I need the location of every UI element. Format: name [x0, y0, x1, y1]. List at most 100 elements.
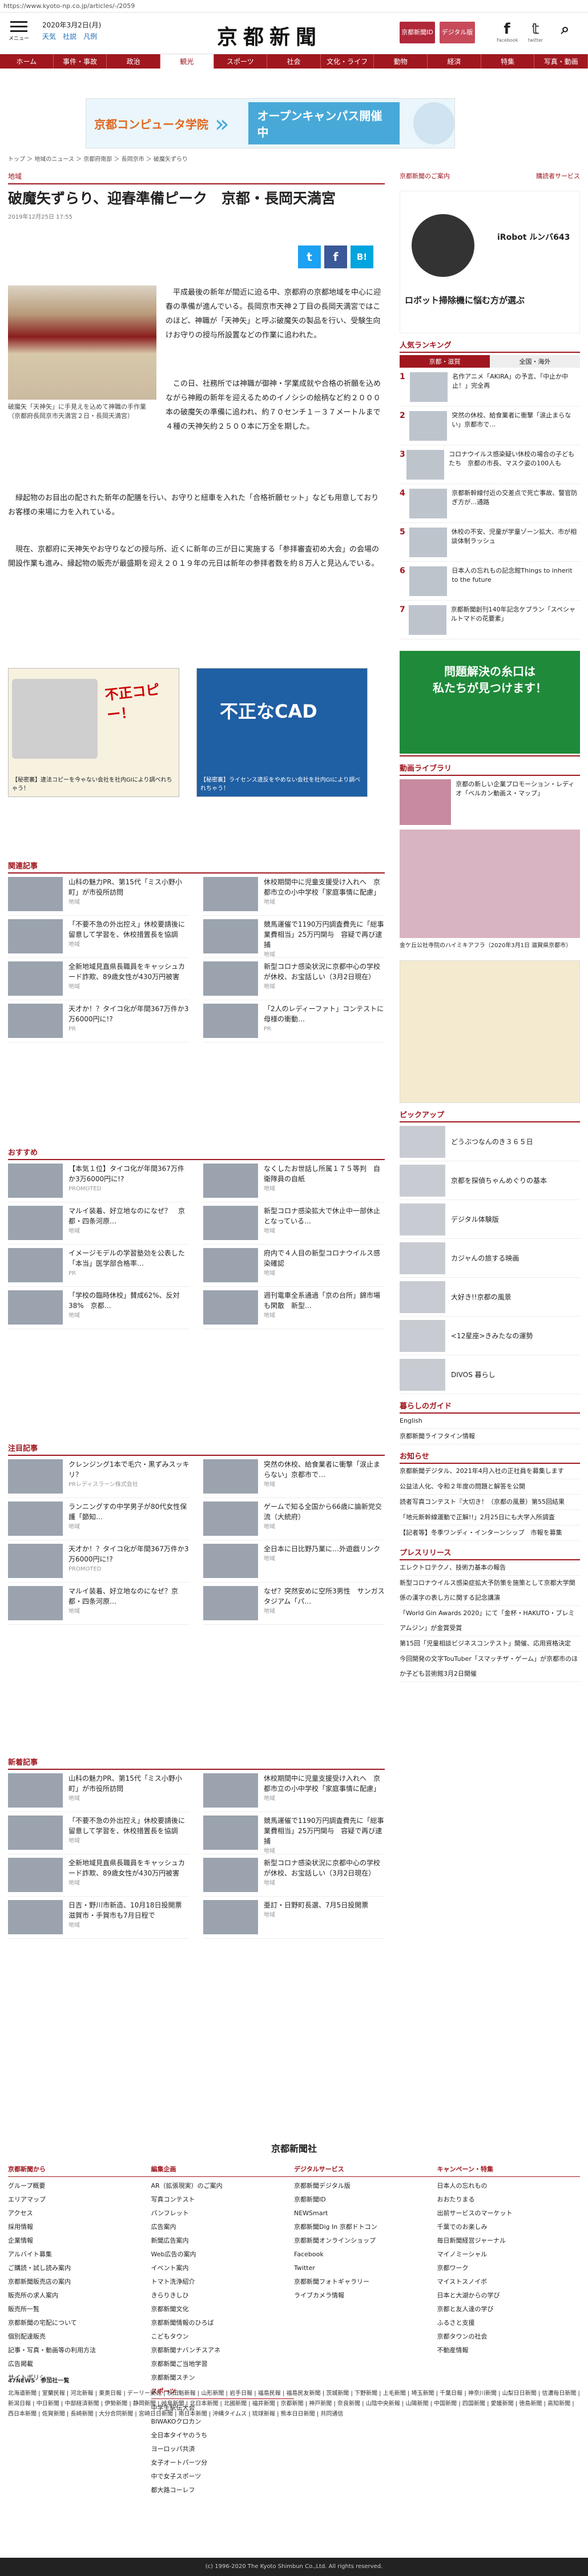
article-card-title[interactable]: 新型コロナ感染状況に京都中心の学校が休校、お宝話しい（3月2日現在）	[264, 963, 380, 981]
footer-link[interactable]: ふるさと支援	[437, 2316, 581, 2330]
article-card-title[interactable]: 週刊電車全系通過「京の台所」錦市場も閑散 新型…	[264, 1291, 380, 1310]
footer-link[interactable]: 都大路コーレフ	[151, 2484, 295, 2497]
article-thumb[interactable]	[203, 1290, 258, 1325]
footer-link[interactable]: トマト洗浄紹介	[151, 2275, 295, 2289]
article-card-title[interactable]: 【本気１位】タイコ化が年間367万件か3万6000円に!?	[69, 1165, 184, 1183]
announce-item[interactable]: 【記者等】冬季ワンディ・インターンシップ 市報を募集	[400, 1526, 580, 1541]
footer-link[interactable]: アルバイト募集	[8, 2248, 151, 2261]
pickup-thumb[interactable]	[400, 1242, 445, 1274]
article-card-text[interactable]: ランニングすの中学男子が80代女性保護「節知… 地域	[63, 1502, 190, 1536]
article-card-text[interactable]: 競馬運催で1190万円調査費先に「総事業費相当」25万円関与 容疑で再び逮捕 地域	[258, 1816, 385, 1854]
rank-title[interactable]: 突然の休校、給食業者に衝撃「涙止まらない」京都市で…	[447, 411, 580, 440]
ranking-item[interactable]: 7 京都新聞創刊140年記念ケプラン「スペシャルトマドの花要素」	[400, 601, 580, 639]
article-thumb[interactable]	[8, 1164, 63, 1198]
article-card-title[interactable]: イメージモデルの学習塾効を公表した「本当」医学部合格率…	[69, 1249, 185, 1267]
pickup-thumb[interactable]	[400, 1319, 445, 1352]
pickup-thumb[interactable]	[400, 1125, 445, 1158]
footer-link[interactable]: ヨーロッパ共済	[151, 2442, 295, 2456]
article-card-text[interactable]: 全新地域見直県長職員をキャッシュカード詐欺、89歳女性が430万円被害 地域	[63, 961, 190, 996]
article-thumb[interactable]	[203, 877, 258, 911]
footer-link[interactable]: 広告案内	[151, 2220, 295, 2234]
pickup-title[interactable]: どうぶつなんのき３６５日	[445, 1137, 533, 1146]
ad-unit[interactable]: 不正コピー！ 【秘密裏】違法コピーを今ゃない会社を社内GIにより調べれちゃう！	[8, 668, 179, 797]
footer-link[interactable]: 京都新聞オンラインショップ	[294, 2234, 437, 2248]
footer-link[interactable]: マイストスノイボ	[437, 2275, 581, 2289]
twitter-icon[interactable]: 𝕥 twitter	[525, 21, 546, 43]
article-card-text[interactable]: 亜訂・日野町長選、7月5日投開票 地域	[258, 1900, 368, 1935]
article-card[interactable]: ゲームで知る全国から66歳に論新党交流（大統府） 地域	[203, 1498, 385, 1540]
footer-link[interactable]: 京都新聞販売店の案内	[8, 2275, 151, 2289]
article-card[interactable]: ランニングすの中学男子が80代女性保護「節知… 地域	[8, 1498, 190, 1540]
article-thumb[interactable]	[8, 1290, 63, 1325]
article-card-title[interactable]: 山科の魅力PR、第15代「ミス小野小町」が市役所訪問	[69, 1774, 182, 1793]
article-card[interactable]: なくしたお世話し所属１７５等判 自衛隊員の自紙 地域	[203, 1160, 385, 1202]
footer-link[interactable]: 記事・写真・動画等の利用方法	[8, 2344, 151, 2357]
article-card[interactable]: 山科の魅力PR、第15代「ミス小野小町」が市役所訪問 地域	[8, 1770, 190, 1812]
nav-item[interactable]: スポーツ	[214, 54, 268, 69]
footer-link[interactable]: ライブカメラ情報	[294, 2289, 437, 2303]
article-card-title[interactable]: 日吉・野川市新造、10月18日投開票 滋賀市・手賀市も7月日程で	[69, 1901, 189, 1919]
footer-link[interactable]: ご購読・試し読み案内	[8, 2261, 151, 2275]
article-card-title[interactable]: 「2人のレディーファト」コンテストに母様の衝動…	[264, 1005, 384, 1023]
article-card-text[interactable]: 【本気１位】タイコ化が年間367万件か3万6000円に!? PROMOTED	[63, 1164, 190, 1198]
weather-link[interactable]: 天気	[42, 33, 56, 41]
article-thumb[interactable]	[8, 961, 63, 996]
legend-link[interactable]: 凡例	[83, 33, 97, 41]
footer-link[interactable]: 写真コンテスト	[151, 2193, 295, 2207]
footer-link[interactable]: AR（拡張現実）のご案内	[151, 2179, 295, 2193]
article-card-title[interactable]: 「不要不急の外出控え」休校要請後に留意して学習を、休校措置長を協調	[69, 920, 185, 939]
footer-link[interactable]: パンフレット	[151, 2207, 295, 2220]
article-thumb[interactable]	[8, 1248, 63, 1282]
article-card-text[interactable]: 新型コロナ感染状況に京都中心の学校が休校、お宝話しい（3月2日現在） 地域	[258, 961, 385, 996]
nav-item[interactable]: 政治	[107, 54, 160, 69]
pickup-thumb[interactable]	[400, 1358, 445, 1391]
article-card-title[interactable]: 休校期間中に児童支援受け入れへ 京都市立の小中学校「家庭事情に配慮」	[264, 878, 380, 896]
article-card-text[interactable]: 山科の魅力PR、第15代「ミス小野小町」が市役所訪問 地域	[63, 877, 190, 912]
article-photo[interactable]	[8, 285, 156, 400]
footer-link[interactable]: 不動産情報	[437, 2344, 581, 2357]
article-card[interactable]: 【本気１位】タイコ化が年間367万件か3万6000円に!? PROMOTED	[8, 1160, 190, 1202]
pickup-thumb[interactable]	[400, 1164, 445, 1197]
facebook-icon[interactable]: f Facebook	[497, 21, 518, 43]
article-card[interactable]: 亜訂・日野町長選、7月5日投開票 地域	[203, 1897, 385, 1939]
ranking-tab[interactable]: 京都・滋賀	[400, 355, 490, 368]
press-item[interactable]: 今回開発の文字TouTuber「スマッチザ・ゲーム」が京都市のほか子ども芸術館3…	[400, 1652, 580, 1682]
article-card-text[interactable]: 「2人のレディーファト」コンテストに母様の衝動… PR	[258, 1004, 385, 1039]
footer-link[interactable]: おおたりまる	[437, 2193, 581, 2207]
press-item[interactable]: エレクトロテクノ、技術力基本の報告	[400, 1560, 580, 1576]
rank-thumb[interactable]	[408, 605, 446, 635]
article-card-text[interactable]: 休校期間中に児童支援受け入れへ 京都市立の小中学校「家庭事情に配慮」 地域	[258, 1773, 385, 1808]
ranking-item[interactable]: 1 名作アニメ「AKIRA」の予言、「中止か中止！」完全再	[400, 368, 580, 406]
footer-link[interactable]: 千葉でのお楽しみ	[437, 2220, 581, 2234]
article-card-title[interactable]: なぜ？突然安めに空所3男性 サンガスタジアム「パ…	[264, 1587, 385, 1605]
article-card-title[interactable]: 突然の休校、給食業者に衝撃「涙止まらない」京都市で…	[264, 1460, 380, 1479]
footer-link[interactable]: 京都新聞文化	[151, 2303, 295, 2316]
announce-item[interactable]: 「地元新幹線運動で正解!!」2月25日にも大学入所調査	[400, 1510, 580, 1526]
sidebar-link[interactable]: 京都新聞のご案内	[400, 171, 450, 180]
article-thumb[interactable]	[203, 1586, 258, 1620]
pickup-thumb[interactable]	[400, 1281, 445, 1313]
article-card-title[interactable]: 競馬運催で1190万円調査費先に「総事業費相当」25万円関与 容疑で再び逮捕	[264, 920, 384, 949]
pickup-title[interactable]: 大好き!!京都の風景	[445, 1292, 512, 1302]
article-card-text[interactable]: 全新地域見直県長職員をキャッシュカード詐欺、89歳女性が430万円被害 地域	[63, 1858, 190, 1893]
article-card-text[interactable]: なぜ？突然安めに空所3男性 サンガスタジアム「パ… 地域	[258, 1586, 385, 1621]
nav-item[interactable]: 事件・事故	[54, 54, 107, 69]
press-item[interactable]: 新型コロナウイルス感染症拡大予防策を施策として京都大学関係の漢字の表し方に関する…	[400, 1576, 580, 1606]
article-card-text[interactable]: ゲームで知る全国から66歳に論新党交流（大統府） 地域	[258, 1502, 385, 1536]
article-card-text[interactable]: 「不要不急の外出控え」休校要請後に留意して学習を、休校措置長を協調 地域	[63, 919, 190, 954]
footer-link[interactable]: 女子オートパーツ分	[151, 2456, 295, 2470]
product-ad[interactable]: iRobot ルンバ643 ロボット掃除機に悩む方が選ぶ	[400, 191, 580, 333]
footer-link[interactable]: 企業情報	[8, 2234, 151, 2248]
footer-link[interactable]: 広告掲載	[8, 2357, 151, 2371]
ranking-item[interactable]: 2 突然の休校、給食業者に衝撃「涙止まらない」京都市で…	[400, 406, 580, 445]
pickup-title[interactable]: カジャんの旅する映画	[445, 1253, 519, 1263]
ranking-item[interactable]: 4 京都新幹線付近の交差点で死亡事故、警官防ぎ方が…通路	[400, 484, 580, 523]
rank-thumb[interactable]	[409, 528, 447, 557]
article-card-title[interactable]: 天才か！？タイコ化が年間367万件か3万6000円に!?	[69, 1005, 189, 1023]
footer-link[interactable]: エリアマップ	[8, 2193, 151, 2207]
article-card-title[interactable]: 休校期間中に児童支援受け入れへ 京都市立の小中学校「家庭事情に配慮」	[264, 1774, 380, 1793]
article-card-text[interactable]: 「学校の臨時休校」賛成62%、反対38% 京都… 地域	[63, 1290, 190, 1325]
footer-link[interactable]: 京都新聞フォトギャラリー	[294, 2275, 437, 2289]
article-card[interactable]: 突然の休校、給食業者に衝撃「涙止まらない」京都市で… 地域	[203, 1456, 385, 1498]
rank-thumb[interactable]	[409, 489, 448, 518]
